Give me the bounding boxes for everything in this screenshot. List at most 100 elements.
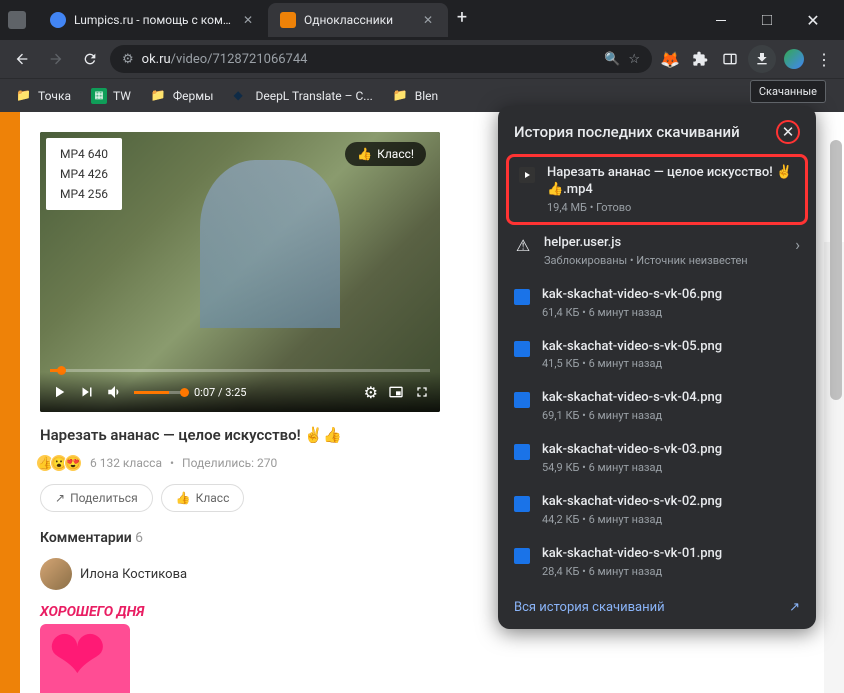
- download-meta: 19,4 МБ • Готово: [547, 201, 795, 214]
- reaction-icons[interactable]: 👍😮😍: [40, 454, 82, 472]
- download-item[interactable]: kak-skachat-video-s-vk-05.png41,5 КБ • 6…: [498, 329, 816, 381]
- forward-button[interactable]: [42, 45, 70, 73]
- thumbs-up-icon: 👍: [357, 147, 372, 161]
- downloads-icon[interactable]: [748, 45, 776, 73]
- close-window-button[interactable]: ✕: [790, 4, 836, 36]
- download-item[interactable]: kak-skachat-video-s-vk-02.png 44,2 КБ • 6…: [498, 484, 816, 536]
- download-meta: 44,2 КБ • 6 минут назад: [542, 513, 800, 526]
- thumbs-up-icon: 👍: [176, 491, 191, 505]
- deepl-icon: ◆: [233, 88, 249, 104]
- back-button[interactable]: [8, 45, 36, 73]
- fullscreen-icon[interactable]: [414, 384, 430, 400]
- favicon-ok: [280, 12, 296, 28]
- file-icon: [514, 548, 530, 564]
- file-icon: [514, 289, 530, 305]
- tab-lumpics[interactable]: Lumpics.ru - помощь с компью ✕: [38, 3, 268, 37]
- file-icon: [514, 496, 530, 512]
- side-panel-icon[interactable]: [718, 47, 742, 71]
- volume-slider[interactable]: [134, 391, 184, 394]
- bookmark-tochka[interactable]: 📁Точка: [8, 84, 79, 108]
- folder-icon: 📁: [393, 88, 409, 104]
- open-icon: ↗: [789, 600, 800, 615]
- chevron-right-icon[interactable]: ›: [795, 235, 800, 254]
- quality-option[interactable]: MP4 256: [46, 184, 122, 204]
- tab-strip: Lumpics.ru - помощь с компью ✕ Однокласс…: [38, 3, 698, 37]
- download-filename: Нарезать ананас — целое искусство! ✌️👍.m…: [547, 165, 795, 199]
- quality-menu: MP4 640 MP4 426 MP4 256: [46, 138, 122, 210]
- heart-icon: [40, 624, 130, 693]
- settings-icon[interactable]: ⚙: [364, 383, 378, 402]
- folder-icon: 📁: [16, 88, 32, 104]
- url-text: ok.ru/video/7128721066744: [142, 52, 597, 67]
- share-icon: ↗: [55, 491, 65, 505]
- menu-icon[interactable]: ⋮: [812, 47, 836, 71]
- class-button[interactable]: 👍Класс: [161, 484, 245, 512]
- maximize-button[interactable]: [744, 4, 790, 36]
- zoom-icon[interactable]: 🔍: [604, 52, 620, 67]
- next-button[interactable]: [78, 383, 96, 401]
- download-item[interactable]: Нарезать ананас — целое искусство! ✌️👍.m…: [506, 154, 808, 225]
- download-item[interactable]: kak-skachat-video-s-vk-03.png54,9 КБ • 6…: [498, 432, 816, 484]
- app-icon: [8, 11, 26, 29]
- close-icon[interactable]: ✕: [420, 12, 436, 28]
- new-tab-button[interactable]: +: [448, 3, 476, 31]
- reload-button[interactable]: [76, 45, 104, 73]
- site-settings-icon[interactable]: ⚙: [122, 52, 134, 67]
- shares-count: Поделились: 270: [182, 456, 277, 470]
- volume-icon[interactable]: [106, 383, 124, 401]
- download-item[interactable]: kak-skachat-video-s-vk-06.png 61,4 КБ • 6…: [498, 277, 816, 329]
- download-filename: kak-skachat-video-s-vk-06.png: [542, 287, 800, 304]
- download-filename: kak-skachat-video-s-vk-02.png: [542, 494, 800, 511]
- downloads-tooltip: Скачанные: [750, 80, 826, 103]
- download-meta: 41,5 КБ • 6 минут назад: [542, 357, 800, 370]
- file-icon: [514, 444, 530, 460]
- ok-sidebar: [0, 112, 20, 693]
- video-player[interactable]: MP4 640 MP4 426 MP4 256 👍 Класс! 0:07 / …: [40, 132, 440, 412]
- quality-option[interactable]: MP4 640: [46, 144, 122, 164]
- file-icon: [514, 341, 530, 357]
- sticker: ХОРОШЕГО ДНЯ: [40, 604, 190, 693]
- bookmark-fermy[interactable]: 📁Фермы: [143, 84, 222, 108]
- download-filename: kak-skachat-video-s-vk-04.png: [542, 390, 800, 407]
- download-item[interactable]: kak-skachat-video-s-vk-04.png 69,1 КБ • 6…: [498, 380, 816, 432]
- file-icon: [519, 167, 535, 183]
- favicon-lumpics: [50, 12, 66, 28]
- download-meta: 69,1 КБ • 6 минут назад: [542, 409, 800, 422]
- bookmark-blen[interactable]: 📁Blen: [385, 84, 446, 108]
- play-button[interactable]: [50, 383, 68, 401]
- extensions-icon[interactable]: [688, 47, 712, 71]
- download-meta: 61,4 КБ • 6 минут назад: [542, 306, 800, 319]
- pip-icon[interactable]: [388, 384, 404, 400]
- downloads-popup: История последних скачиваний ✕ Нарезать …: [498, 106, 816, 629]
- minimize-button[interactable]: [698, 4, 744, 36]
- extension-fox-icon[interactable]: 🦊: [658, 47, 682, 71]
- bookmark-deepl[interactable]: ◆DeepL Translate – С...: [225, 84, 380, 108]
- quality-option[interactable]: MP4 426: [46, 164, 122, 184]
- download-filename: kak-skachat-video-s-vk-05.png: [542, 339, 800, 356]
- scrollbar[interactable]: [830, 140, 842, 400]
- window-controls: ✕: [698, 4, 836, 36]
- video-time: 0:07 / 3:25: [194, 386, 246, 399]
- address-bar[interactable]: ⚙ ok.ru/video/7128721066744 🔍 ☆: [110, 45, 652, 73]
- file-icon: [514, 392, 530, 408]
- tab-odnoklassniki[interactable]: Одноклассники ✕: [268, 3, 448, 37]
- bookmark-tw[interactable]: ▦TW: [83, 84, 139, 108]
- share-button[interactable]: ↗Поделиться: [40, 484, 153, 512]
- download-meta: Заблокированы • Источник неизвестен: [544, 254, 783, 267]
- download-item[interactable]: kak-skachat-video-s-vk-01.png28,4 КБ • 6…: [498, 536, 816, 588]
- close-icon[interactable]: ✕: [240, 12, 256, 28]
- download-meta: 54,9 КБ • 6 минут назад: [542, 461, 800, 474]
- username: Илона Костикова: [80, 567, 187, 582]
- download-filename: kak-skachat-video-s-vk-01.png: [542, 546, 800, 563]
- profile-icon[interactable]: [782, 47, 806, 71]
- like-pill[interactable]: 👍 Класс!: [345, 142, 426, 166]
- downloads-header: История последних скачиваний ✕: [498, 106, 816, 154]
- download-item[interactable]: ⚠ helper.user.js Заблокированы • Источник …: [498, 225, 816, 277]
- download-filename: helper.user.js: [544, 235, 783, 252]
- sheets-icon: ▦: [91, 88, 107, 104]
- close-downloads-button[interactable]: ✕: [776, 120, 800, 144]
- downloads-history-link[interactable]: Вся история скачиваний ↗: [498, 588, 816, 621]
- reactions-count: 6 132 класса: [90, 456, 162, 470]
- file-icon: ⚠: [514, 237, 532, 255]
- star-icon[interactable]: ☆: [628, 52, 640, 67]
